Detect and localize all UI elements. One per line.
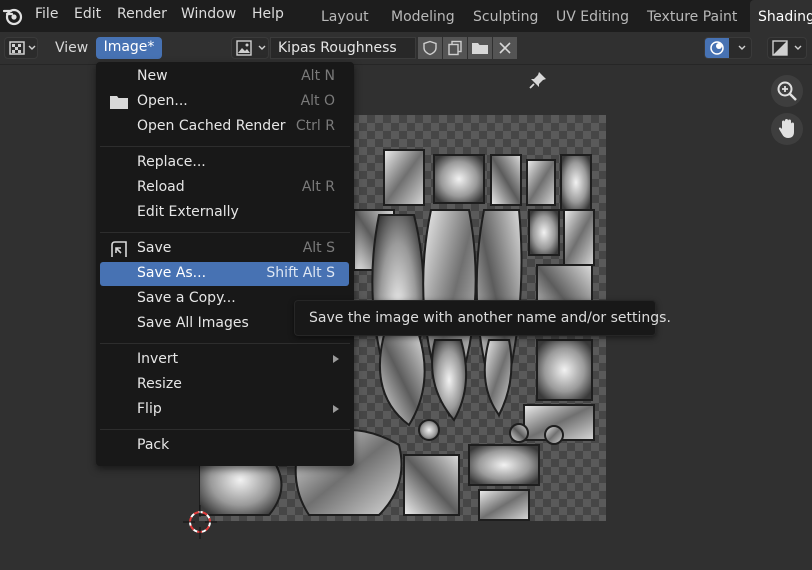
duplicate-icon: [448, 40, 462, 56]
submenu-arrow-icon: [333, 355, 339, 363]
folder-icon: [472, 43, 488, 54]
menu-item-save-as[interactable]: Save As... Shift Alt S: [100, 262, 349, 286]
menu-item-open[interactable]: Open... Alt O: [100, 90, 349, 114]
duplicate-image-button[interactable]: [443, 37, 467, 59]
menu-item-label: Pack: [137, 437, 170, 453]
menu-file[interactable]: File: [35, 6, 58, 22]
hand-icon: [778, 119, 794, 138]
menu-item-label: Save As...: [137, 265, 207, 281]
browse-image-button[interactable]: [231, 37, 269, 59]
menu-item-label: Save: [137, 240, 172, 256]
menu-item-shortcut: Ctrl R: [295, 118, 335, 134]
menu-separator: [100, 343, 350, 344]
image-menu-button[interactable]: Image*: [96, 37, 162, 59]
menu-separator: [100, 146, 350, 147]
menu-item-edit-externally[interactable]: Edit Externally: [100, 201, 349, 225]
tab-modeling[interactable]: Modeling: [383, 0, 463, 32]
tooltip-text: Save the image with another name and/or …: [309, 310, 671, 326]
menu-item-new[interactable]: New Alt N: [100, 65, 349, 89]
menu-item-label: Open...: [137, 93, 188, 109]
unlink-image-button[interactable]: [493, 37, 517, 59]
image-icon: [236, 40, 252, 56]
overlay-toggle-button[interactable]: [704, 37, 752, 59]
menu-item-label: Edit Externally: [137, 204, 239, 220]
chevron-down-icon: [794, 45, 802, 50]
menu-item-invert[interactable]: Invert: [100, 348, 349, 372]
menu-item-shortcut: Shift Alt S: [266, 265, 335, 281]
view-menu[interactable]: View: [55, 40, 88, 56]
menu-item-label: Resize: [137, 376, 182, 392]
pin-icon[interactable]: [528, 70, 548, 90]
menu-help[interactable]: Help: [252, 6, 284, 22]
image-editor-header: View Image* Kipas Roughness: [0, 32, 812, 89]
close-icon: [499, 42, 511, 54]
chevron-down-icon: [28, 45, 36, 50]
image-dropdown-menu: New Alt N Open... Alt O Open Cached Rend…: [96, 62, 354, 466]
menu-item-label: Reload: [137, 179, 185, 195]
menu-render[interactable]: Render: [117, 6, 167, 22]
menu-item-label: Save All Images: [137, 315, 249, 331]
image-editor-icon: [9, 41, 25, 55]
menu-item-save[interactable]: Save Alt S: [100, 237, 349, 261]
menu-item-shortcut: Alt O: [300, 93, 335, 109]
tab-layout[interactable]: Layout: [313, 0, 377, 32]
menu-item-pack[interactable]: Pack: [100, 434, 349, 458]
menu-item-label: Save a Copy...: [137, 290, 236, 306]
tab-shading[interactable]: Shading: [750, 0, 812, 32]
zoom-in-icon: [777, 81, 797, 101]
tab-uv-editing[interactable]: UV Editing: [548, 0, 637, 32]
menu-window[interactable]: Window: [181, 6, 236, 22]
chevron-down-icon: [738, 45, 746, 50]
menu-item-flip[interactable]: Flip: [100, 398, 349, 422]
menu-item-label: Replace...: [137, 154, 206, 170]
shield-icon: [423, 40, 437, 56]
display-channels-icon: [772, 40, 788, 56]
menu-item-label: Flip: [137, 401, 162, 417]
menu-separator: [100, 429, 350, 430]
menu-item-open-cached-render[interactable]: Open Cached Render Ctrl R: [100, 115, 349, 139]
overlay-icon: [710, 41, 724, 55]
menu-item-shortcut: Alt N: [301, 68, 335, 84]
zoom-button[interactable]: [771, 75, 803, 107]
blender-logo-icon[interactable]: [2, 5, 24, 27]
menu-item-resize[interactable]: Resize: [100, 373, 349, 397]
open-image-button[interactable]: [468, 37, 492, 59]
chevron-down-icon: [258, 45, 266, 50]
2d-cursor-icon[interactable]: [183, 505, 217, 539]
menu-edit[interactable]: Edit: [74, 6, 101, 22]
menu-item-label: Invert: [137, 351, 179, 367]
menu-item-label: Open Cached Render: [137, 118, 286, 134]
menu-item-replace[interactable]: Replace...: [100, 151, 349, 175]
save-icon: [111, 241, 127, 257]
fake-user-button[interactable]: [418, 37, 442, 59]
editor-type-button[interactable]: [4, 37, 38, 59]
submenu-arrow-icon: [333, 405, 339, 413]
tooltip: Save the image with another name and/or …: [294, 300, 671, 336]
menu-separator: [100, 232, 350, 233]
display-channels-button[interactable]: [767, 37, 807, 59]
tab-sculpting[interactable]: Sculpting: [465, 0, 546, 32]
folder-icon: [110, 96, 128, 109]
menu-item-label: New: [137, 68, 168, 84]
menu-item-shortcut: Alt S: [302, 240, 335, 256]
top-bar: File Edit Render Window Help Layout Mode…: [0, 0, 812, 32]
menu-item-reload[interactable]: Reload Alt R: [100, 176, 349, 200]
tab-texture-paint[interactable]: Texture Paint: [639, 0, 745, 32]
menu-item-shortcut: Alt R: [301, 179, 335, 195]
pan-button[interactable]: [771, 113, 803, 145]
image-name-field[interactable]: Kipas Roughness: [270, 37, 416, 59]
